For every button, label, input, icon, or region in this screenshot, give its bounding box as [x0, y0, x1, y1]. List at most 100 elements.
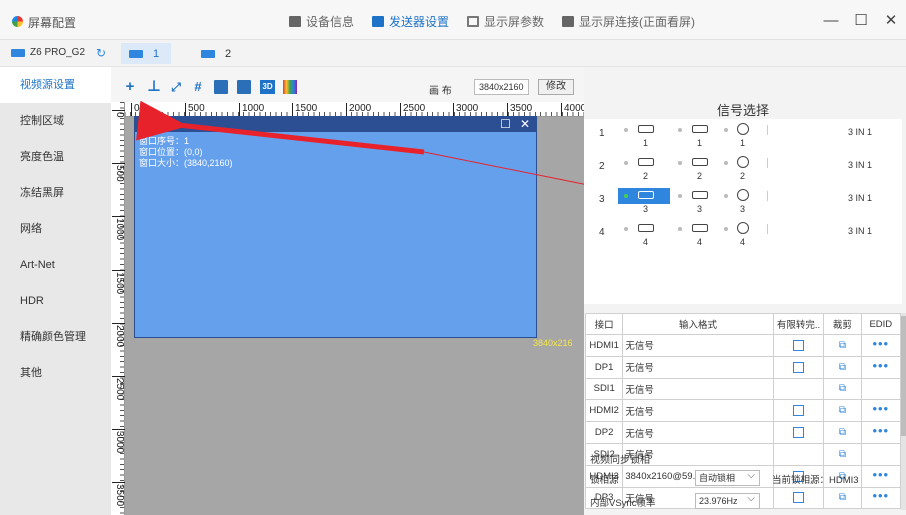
ruler-horizontal: 0 500 1000 1500 2000 2500 3000 3500 4000: [119, 102, 584, 117]
tab-screen-connection[interactable]: 显示屏连接(正面看屏): [562, 13, 695, 30]
port-format: 无信号: [622, 377, 774, 401]
align-bottom-icon[interactable]: ⊥: [147, 79, 161, 94]
signal-sub: 4: [697, 237, 703, 247]
dp-port-icon: [692, 158, 708, 166]
port-table-scrollbar[interactable]: [901, 313, 906, 510]
limited-to-full-checkbox[interactable]: [793, 361, 804, 373]
signal-source-sdi[interactable]: 3: [718, 188, 770, 214]
nav-item-network[interactable]: 网络: [0, 211, 111, 247]
nav-item-brightness[interactable]: 亮度色温: [0, 139, 111, 175]
nav-item-color-management[interactable]: 精确颜色管理: [0, 319, 111, 355]
limited-to-full-cell: [772, 377, 825, 401]
layer-up-icon[interactable]: [214, 80, 228, 94]
signal-source-dp[interactable]: 1: [672, 122, 724, 148]
hdmi-port-icon: [638, 191, 654, 199]
edid-more-icon[interactable]: •••: [872, 358, 889, 373]
port-row[interactable]: HDMI1 无信号 ⧉ •••: [584, 334, 902, 357]
minimize-button[interactable]: —: [816, 7, 846, 33]
layer-down-icon[interactable]: [237, 80, 251, 94]
signal-source-dp[interactable]: 4: [672, 221, 724, 247]
nav-item-video-source[interactable]: 视频源设置: [0, 67, 111, 103]
crop-icon[interactable]: ⧉: [839, 427, 846, 438]
maximize-window-icon[interactable]: ☐: [500, 117, 511, 132]
grid-split-icon[interactable]: #: [191, 80, 205, 94]
3d-icon[interactable]: 3D: [260, 80, 275, 94]
signal-sub: 4: [643, 237, 649, 247]
port-row[interactable]: SDI1 无信号 ⧉: [584, 377, 902, 401]
edid-more-icon[interactable]: •••: [872, 401, 889, 416]
port-row[interactable]: HDMI2 无信号 ⧉ •••: [584, 399, 902, 423]
nav-item-freeze-black[interactable]: 冻结黑屏: [0, 175, 111, 211]
layer-window-header[interactable]: HDMI3 ☐ ✕: [135, 117, 536, 132]
nav-item-hdr[interactable]: HDR: [0, 283, 111, 319]
signal-source-sdi[interactable]: 4: [718, 221, 770, 247]
signal-source-sdi[interactable]: 2: [718, 155, 770, 181]
signal-source-dp[interactable]: 2: [672, 155, 724, 181]
crop-icon[interactable]: ⧉: [839, 340, 846, 351]
edid-cell: •••: [860, 334, 902, 357]
maximize-button[interactable]: ☐: [846, 7, 876, 33]
ruler-tick: 500: [185, 103, 205, 116]
limited-to-full-checkbox[interactable]: [793, 427, 804, 439]
port-row[interactable]: DP1 无信号 ⧉ •••: [584, 355, 902, 379]
close-button[interactable]: ✕: [876, 7, 906, 33]
signal-source-hdmi-selected[interactable]: [618, 188, 670, 204]
nav-item-other[interactable]: 其他: [0, 355, 111, 391]
add-window-icon[interactable]: +: [123, 79, 137, 94]
color-bars-icon[interactable]: [283, 80, 297, 94]
signal-source-dp[interactable]: 3: [672, 188, 724, 214]
canvas-size-field[interactable]: 3840x2160: [474, 79, 529, 95]
signal-sub: 3: [643, 204, 649, 214]
signal-row: 1 1 1 1 3 IN 1: [584, 119, 902, 151]
genlock-source-select[interactable]: 自动锁相: [695, 469, 760, 486]
edid-more-icon[interactable]: •••: [872, 423, 889, 438]
nav-item-art-net[interactable]: Art-Net: [0, 247, 111, 283]
signal-row-number: 4: [599, 227, 605, 238]
tab-label: 显示屏连接(正面看屏): [579, 15, 696, 29]
crop-cell: ⧉: [823, 421, 862, 444]
genlock-source-row: 锁相源 自动锁相 当前锁相源：HDMI3: [590, 469, 900, 487]
canvas-area[interactable]: 0 500 1000 1500 2000 2500 3000 3500 4000…: [111, 102, 584, 515]
signal-source-hdmi[interactable]: 1: [618, 122, 670, 148]
signal-source-sdi[interactable]: 1: [718, 122, 770, 148]
edid-more-icon[interactable]: •••: [872, 336, 889, 351]
scrollbar-thumb[interactable]: [901, 316, 906, 436]
dp-port-icon: [692, 191, 708, 199]
port-row[interactable]: DP2 无信号 ⧉ •••: [584, 421, 902, 444]
port-format: 无信号: [622, 334, 774, 357]
left-nav: 视频源设置 控制区域 亮度色温 冻结黑屏 网络 Art-Net HDR 精确颜色…: [0, 67, 111, 515]
sender-tab-1[interactable]: 1: [121, 43, 172, 64]
sender-tab-2[interactable]: 2: [193, 43, 243, 64]
signal-mode: 3 IN 1: [848, 226, 873, 236]
modify-button[interactable]: 修改: [538, 79, 574, 95]
port-name: SDI1: [584, 377, 624, 401]
device-name[interactable]: Z6 PRO_G2: [30, 47, 85, 58]
refresh-icon[interactable]: ↻: [96, 46, 106, 60]
close-window-icon[interactable]: ✕: [520, 117, 530, 132]
vsync-select[interactable]: 23.976Hz: [695, 492, 760, 509]
tab-sender-settings[interactable]: 发送器设置: [372, 13, 449, 30]
layer-window[interactable]: HDMI3 ☐ ✕ 窗口序号：1 窗口位置：(0,0) 窗口大小：(3840,2…: [134, 116, 537, 338]
limited-to-full-checkbox[interactable]: [793, 405, 804, 417]
signal-source-hdmi[interactable]: 2: [618, 155, 670, 181]
crop-icon[interactable]: ⧉: [839, 405, 846, 416]
limited-to-full-cell: [772, 334, 825, 357]
fit-window-icon[interactable]: ⤢: [169, 80, 183, 94]
signal-row-number: 3: [599, 194, 605, 205]
sender-icon: [372, 16, 385, 27]
crop-icon[interactable]: ⧉: [839, 383, 846, 394]
right-panel: 信号选择 1 1 1 1 3 IN 1 2 2 2 2 3 IN 1 3 3 3…: [584, 67, 906, 515]
nav-item-control-area[interactable]: 控制区域: [0, 103, 111, 139]
tab-device-info[interactable]: 设备信息: [289, 13, 354, 30]
limited-to-full-checkbox[interactable]: [793, 339, 804, 351]
sender-device-icon: [201, 49, 215, 58]
port-name: DP1: [584, 355, 624, 379]
title-bar: 屏幕配置 设备信息 发送器设置 显示屏参数 显示屏连接(正面看屏) — ☐ ✕: [0, 0, 906, 40]
signal-source-hdmi[interactable]: 4: [618, 221, 670, 247]
sdi-port-icon: [737, 123, 749, 135]
crop-icon[interactable]: ⧉: [839, 362, 846, 373]
sdi-port-icon: [737, 222, 749, 234]
tab-screen-params[interactable]: 显示屏参数: [467, 13, 544, 30]
window-position-text: 窗口位置：(0,0): [139, 147, 203, 157]
layer-window-info: 窗口序号：1 窗口位置：(0,0) 窗口大小：(3840,2160): [135, 132, 536, 173]
